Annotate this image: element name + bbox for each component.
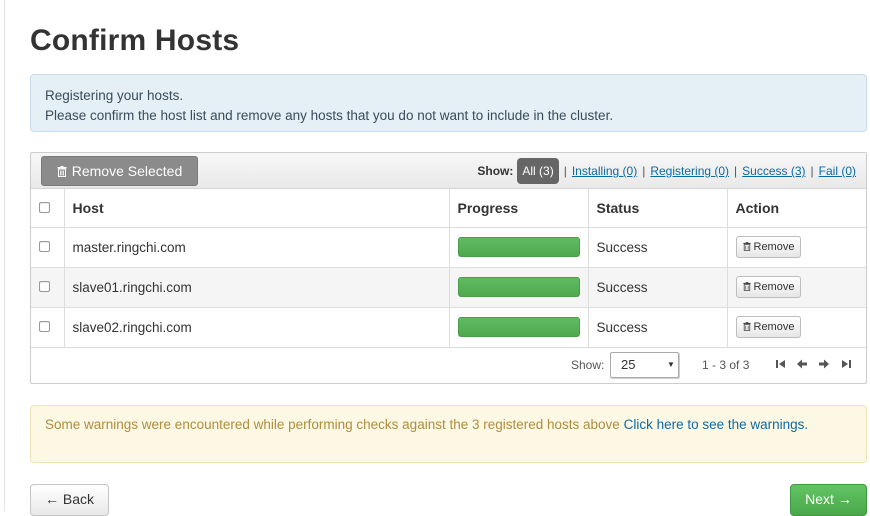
info-alert: Registering your hosts. Please confirm t… [30, 74, 867, 132]
column-header-progress: Progress [449, 189, 589, 228]
host-name: master.ringchi.com [64, 227, 450, 268]
column-header-action: Action [727, 189, 866, 228]
hosts-panel: Remove Selected Show: All (3) | Installi… [30, 152, 867, 384]
filter-all[interactable]: All (3) [517, 158, 559, 184]
action-cell: Remove [727, 307, 866, 348]
info-line-confirm: Please confirm the host list and remove … [45, 108, 614, 123]
host-filter-bar: Show: All (3) | Installing (0) | Registe… [477, 158, 856, 184]
status-text: Success [588, 267, 728, 308]
row-select-cell [31, 307, 65, 348]
remove-host-label: Remove [753, 321, 795, 333]
progress-bar [457, 237, 580, 257]
next-button[interactable]: Next → [790, 484, 867, 516]
progress-bar [457, 277, 580, 297]
row-checkbox[interactable] [39, 240, 50, 252]
remove-host-button[interactable]: Remove [735, 236, 802, 258]
table-row: master.ringchi.com Success Remove [31, 227, 866, 268]
table-row: slave01.ringchi.com Success Remove [31, 267, 866, 308]
warning-text: Some warnings were encountered while per… [45, 417, 624, 432]
trash-icon [742, 322, 751, 331]
trash-icon [742, 242, 751, 251]
select-arrow-icon: ▼ [667, 360, 675, 369]
status-text: Success [588, 227, 728, 268]
remove-host-label: Remove [753, 281, 795, 293]
filter-installing[interactable]: Installing (0) [572, 158, 637, 184]
remove-selected-button[interactable]: Remove Selected [41, 156, 198, 186]
filter-fail[interactable]: Fail (0) [819, 158, 856, 184]
row-checkbox[interactable] [39, 320, 50, 332]
column-header-host[interactable]: Host [64, 189, 450, 228]
progress-cell [449, 227, 589, 268]
select-all-cell [31, 189, 65, 228]
select-all-checkbox[interactable] [39, 201, 50, 213]
see-warnings-link[interactable]: Click here to see the warnings. [624, 417, 809, 432]
trash-icon [742, 282, 751, 291]
action-cell: Remove [727, 267, 866, 308]
page-left-border [4, 0, 5, 511]
page-size-label: Show: [571, 358, 605, 372]
back-button[interactable]: ← Back [30, 484, 109, 516]
page-size-select[interactable]: 25 ▼ [610, 352, 679, 378]
action-cell: Remove [727, 227, 866, 268]
row-checkbox[interactable] [39, 280, 50, 292]
warning-alert: Some warnings were encountered while per… [30, 405, 867, 463]
prev-page-icon[interactable] [796, 358, 808, 370]
filter-separator: | [734, 164, 738, 178]
row-select-cell [31, 267, 65, 308]
table-pager: Show: 25 ▼ 1 - 3 of 3 [31, 347, 866, 383]
page-title: Confirm Hosts [30, 24, 240, 57]
next-page-icon[interactable] [818, 358, 830, 370]
host-name: slave01.ringchi.com [64, 267, 450, 308]
progress-cell [449, 307, 589, 348]
remove-host-button[interactable]: Remove [735, 316, 802, 338]
filter-show-label: Show: [477, 164, 514, 178]
hosts-table: Host Progress Status Action master.ringc… [31, 189, 866, 348]
filter-registering[interactable]: Registering (0) [650, 158, 729, 184]
first-page-icon[interactable] [775, 358, 787, 370]
filter-separator: | [810, 164, 814, 178]
progress-cell [449, 267, 589, 308]
filter-success[interactable]: Success (3) [742, 158, 805, 184]
last-page-icon[interactable] [840, 358, 852, 370]
remove-host-button[interactable]: Remove [735, 276, 802, 298]
status-text: Success [588, 307, 728, 348]
table-row: slave02.ringchi.com Success Remove [31, 307, 866, 348]
filter-separator: | [642, 164, 646, 178]
host-name: slave02.ringchi.com [64, 307, 450, 348]
row-select-cell [31, 227, 65, 268]
info-line-registering: Registering your hosts. [45, 88, 184, 103]
progress-bar [457, 317, 580, 337]
trash-icon [57, 166, 67, 177]
page-range-text: 1 - 3 of 3 [702, 358, 750, 372]
remove-host-label: Remove [753, 241, 795, 253]
page-size-value: 25 [621, 357, 636, 372]
remove-selected-label: Remove Selected [71, 163, 183, 179]
column-header-status: Status [588, 189, 728, 228]
table-header-row: Host Progress Status Action [31, 189, 866, 228]
filter-separator: | [563, 164, 567, 178]
hosts-toolbar: Remove Selected Show: All (3) | Installi… [31, 153, 866, 189]
